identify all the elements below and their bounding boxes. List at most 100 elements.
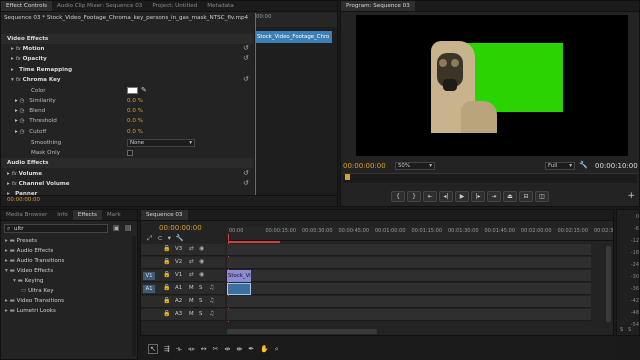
effect-volume[interactable]: ▸ fx Volume [1, 169, 253, 179]
track-lane[interactable] [227, 257, 591, 269]
extract-icon[interactable]: ⊟ [519, 191, 533, 202]
mic-icon[interactable]: ♫ [209, 284, 214, 291]
zoom-dropdown[interactable]: 50% ▾ [395, 162, 435, 170]
source-patch[interactable] [143, 311, 155, 319]
mini-clip[interactable]: Stock_Video_Footage_Chro [256, 31, 332, 43]
mask-only-checkbox[interactable] [127, 150, 133, 156]
effects-tree-item[interactable]: ▸ ▬ Presets [1, 236, 37, 246]
eye-icon[interactable]: ◉ [199, 258, 204, 265]
track-lane[interactable] [227, 296, 591, 308]
effects-tree-item[interactable]: ▸ ▬ Video Transitions [1, 296, 64, 306]
tab-effect-controls[interactable]: Effect Controls [1, 1, 53, 11]
mic-icon[interactable]: ♫ [209, 310, 214, 317]
timeline-timecode[interactable]: 00:00:00:00 [159, 223, 202, 233]
tab-audio-clip-mixer[interactable]: Audio Clip Mixer: Sequence 03 [52, 1, 147, 11]
effect-channel-volume[interactable]: ▸ fx Channel Volume [1, 179, 253, 189]
play-icon[interactable]: ▶ [455, 191, 469, 202]
effects-tree-item[interactable]: ▸ ▬ Lumetri Looks [1, 306, 56, 316]
new-item-icon[interactable]: ▤ [125, 224, 132, 232]
tab-metadata[interactable]: Metadata [202, 1, 239, 11]
mark-out-icon[interactable]: } [407, 191, 421, 202]
audio-clip[interactable] [227, 283, 251, 295]
lock-icon[interactable]: 🔒 [163, 271, 170, 278]
smoothing-dropdown[interactable]: None ▾ [127, 139, 195, 147]
lock-icon[interactable]: 🔒 [163, 284, 170, 291]
lift-icon[interactable]: ⏏ [503, 191, 517, 202]
reset-icon[interactable]: ↺ [243, 179, 249, 187]
program-playhead[interactable] [345, 174, 350, 180]
mute-button[interactable]: M [189, 311, 194, 317]
lock-icon[interactable]: 🔒 [163, 258, 170, 265]
meter-solo-left[interactable]: S [620, 327, 623, 333]
settings-icon[interactable]: 🔧 [579, 161, 588, 169]
track-name[interactable]: V1 [175, 272, 182, 278]
effect-opacity[interactable]: ▸ fx Opacity [1, 54, 253, 64]
effects-tree-item[interactable]: ▾ ▬ Video Effects [1, 266, 53, 276]
track-lane[interactable] [227, 309, 591, 321]
mic-icon[interactable]: ♫ [209, 297, 214, 304]
step-forward-icon[interactable]: |▸ [471, 191, 485, 202]
similarity-value[interactable]: 0.0 % [127, 96, 143, 106]
eyedropper-icon[interactable]: ✎ [141, 86, 147, 94]
eye-icon[interactable]: ◉ [199, 271, 204, 278]
tab-markers[interactable]: Mark [102, 210, 126, 220]
source-patch[interactable] [143, 246, 155, 254]
eye-icon[interactable]: ◉ [199, 245, 204, 252]
razor-tool-icon[interactable]: ✂ [213, 345, 219, 353]
hand-tool-icon[interactable]: ✋ [260, 345, 269, 353]
track-lane[interactable] [227, 244, 591, 256]
lock-icon[interactable]: 🔒 [163, 245, 170, 252]
source-patch[interactable] [143, 298, 155, 306]
reset-icon[interactable]: ↺ [243, 54, 249, 62]
ripple-edit-icon[interactable]: ⟛ [176, 345, 182, 354]
sync-icon[interactable]: ⇄ [189, 258, 194, 265]
timeline-hscroll[interactable] [227, 329, 377, 334]
tab-effects[interactable]: Effects [72, 210, 102, 220]
blend-value[interactable]: 0.0 % [127, 106, 143, 116]
reset-icon[interactable]: ↺ [243, 75, 249, 83]
effect-motion[interactable]: ▸ fx Motion [1, 44, 253, 54]
solo-button[interactable]: S [199, 298, 202, 304]
mark-in-icon[interactable]: { [391, 191, 405, 202]
source-patch[interactable] [143, 259, 155, 267]
go-to-out-icon[interactable]: ⇥ [487, 191, 501, 202]
mute-button[interactable]: M [189, 298, 194, 304]
program-timecode-left[interactable]: 00:00:00:00 [343, 161, 386, 171]
track-name[interactable]: V3 [175, 246, 182, 252]
effects-scrollbar[interactable] [132, 236, 136, 356]
add-button-icon[interactable]: + [627, 191, 635, 201]
export-frame-icon[interactable]: ◫ [535, 191, 549, 202]
rate-stretch-icon[interactable]: ↔ [201, 345, 207, 353]
effects-tree-item[interactable]: ▸ ▬ Audio Transitions [1, 256, 64, 266]
lock-icon[interactable]: 🔒 [163, 297, 170, 304]
effects-search-input[interactable] [14, 225, 102, 232]
quality-dropdown[interactable]: Full ▾ [545, 162, 575, 170]
new-bin-icon[interactable]: ▣ [113, 224, 120, 232]
track-name[interactable]: A1 [175, 285, 182, 291]
threshold-value[interactable]: 0.0 % [127, 116, 143, 126]
tab-media-browser[interactable]: Media Browser [1, 210, 52, 220]
video-clip[interactable]: Stock_Vi [227, 270, 251, 282]
slip-tool-icon[interactable]: ⇹ [224, 345, 230, 353]
solo-button[interactable]: S [199, 311, 202, 317]
track-name[interactable]: V2 [175, 259, 182, 265]
track-select-icon[interactable]: ⇶ [164, 345, 170, 353]
effects-tree-item[interactable]: ▾ ▬ Keying [1, 276, 43, 286]
tab-sequence[interactable]: Sequence 03 [141, 210, 188, 220]
sync-icon[interactable]: ⇄ [189, 245, 194, 252]
tab-project[interactable]: Project: Untitled [147, 1, 202, 11]
snap-icon[interactable]: ⊂ [157, 234, 162, 243]
effects-tree-item[interactable]: ▭ Ultra Key [1, 286, 54, 296]
nest-icon[interactable]: ⤢ [147, 234, 152, 243]
program-viewer[interactable] [356, 15, 628, 156]
tab-info[interactable]: Info [52, 210, 73, 220]
mute-button[interactable]: M [189, 285, 194, 291]
zoom-tool-icon[interactable]: ⌕ [275, 345, 279, 354]
color-swatch[interactable] [127, 87, 138, 94]
ec-timecode[interactable]: 00:00:00:00 [7, 195, 40, 205]
program-scrubber[interactable] [343, 173, 637, 183]
effects-tree-item[interactable]: ▸ ▬ Audio Effects [1, 246, 53, 256]
effect-time-remapping[interactable]: ▸ Time Remapping [1, 65, 253, 75]
selection-tool-icon[interactable]: ↖ [148, 344, 158, 354]
marker-icon[interactable]: ▾ [168, 234, 171, 243]
